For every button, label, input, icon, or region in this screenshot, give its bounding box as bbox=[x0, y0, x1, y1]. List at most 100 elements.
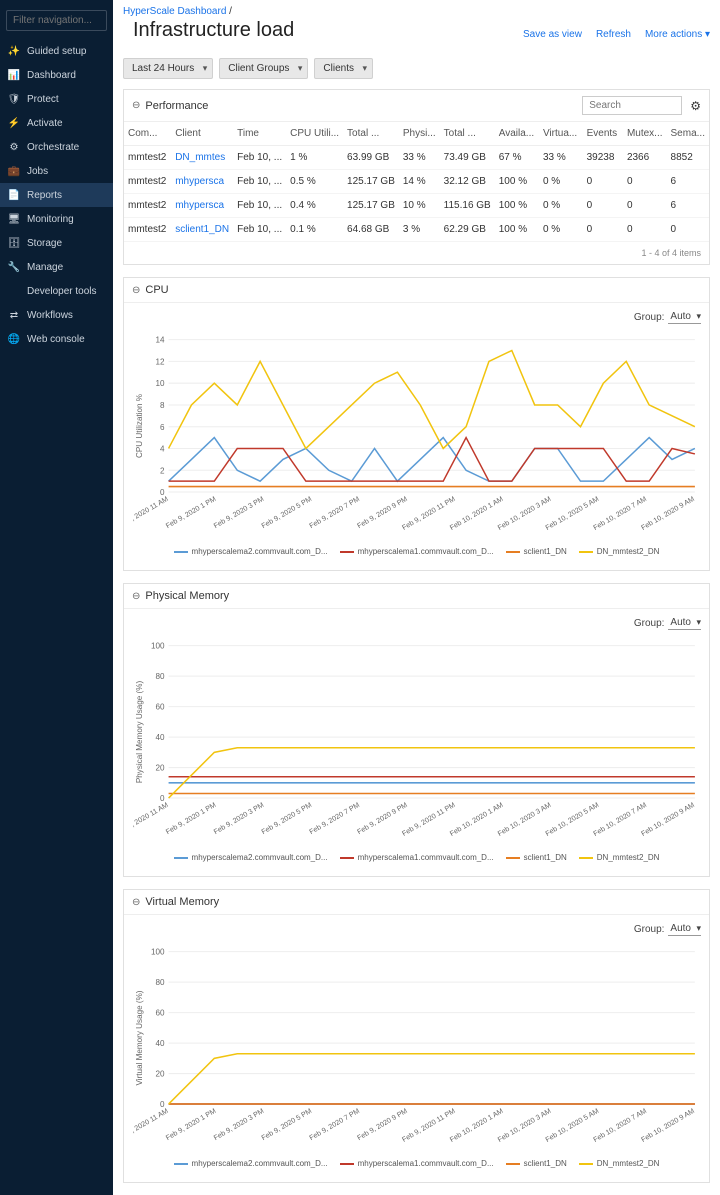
performance-search-input[interactable] bbox=[582, 96, 682, 115]
sidebar-item-label: Storage bbox=[27, 238, 62, 249]
collapse-icon[interactable]: ⊖ bbox=[132, 100, 140, 111]
breadcrumb-root[interactable]: HyperScale Dashboard bbox=[123, 6, 226, 17]
col-header[interactable]: Virtua... bbox=[539, 122, 583, 146]
sidebar-item-workflows[interactable]: ⇄Workflows bbox=[0, 303, 113, 327]
legend-item[interactable]: sclient1_DN bbox=[506, 547, 567, 556]
vmem-panel: ⊖Virtual MemoryGroup:Auto020406080100Vir… bbox=[123, 889, 710, 1183]
col-header[interactable]: CPU Utili... bbox=[286, 122, 343, 146]
series-mhyperscalema2 bbox=[169, 438, 695, 482]
sidebar-item-jobs[interactable]: 💼Jobs bbox=[0, 159, 113, 183]
sidebar-item-protect[interactable]: 🛡Protect bbox=[0, 87, 113, 111]
client-link[interactable]: mhypersca bbox=[175, 176, 224, 187]
svg-text:14: 14 bbox=[155, 336, 165, 345]
sidebar: ✨Guided setup📊Dashboard🛡Protect⚡Activate… bbox=[0, 0, 113, 1195]
svg-text:8: 8 bbox=[160, 401, 165, 410]
collapse-icon[interactable]: ⊖ bbox=[132, 285, 140, 296]
svg-text:Feb 9, 2020 11 AM: Feb 9, 2020 11 AM bbox=[132, 801, 170, 838]
gear-icon[interactable]: ⚙ bbox=[690, 99, 701, 113]
legend-item[interactable]: mhyperscalema1.commvault.com_D... bbox=[340, 547, 494, 556]
legend-item[interactable]: mhyperscalema1.commvault.com_D... bbox=[340, 853, 494, 862]
col-header[interactable]: Sema... bbox=[667, 122, 709, 146]
code-icon bbox=[8, 285, 20, 297]
clients-dropdown[interactable]: Clients bbox=[314, 58, 373, 79]
cpu-chart-svg: 02468101214CPU Utilization %Feb 9, 2020 … bbox=[132, 311, 701, 541]
cell-sema: 6 bbox=[667, 194, 709, 218]
pmem-chart-svg: 020406080100Physical Memory Usage (%)Feb… bbox=[132, 617, 701, 847]
svg-text:Feb 9, 2020 7 PM: Feb 9, 2020 7 PM bbox=[308, 495, 361, 530]
cell-cpu: 1 % bbox=[286, 146, 343, 170]
client-groups-dropdown[interactable]: Client Groups bbox=[219, 58, 308, 79]
svg-text:Physical Memory Usage (%): Physical Memory Usage (%) bbox=[135, 681, 144, 784]
svg-text:60: 60 bbox=[155, 703, 165, 712]
svg-text:Feb 9, 2020 3 PM: Feb 9, 2020 3 PM bbox=[212, 801, 265, 836]
group-label: Group: bbox=[634, 924, 665, 935]
svg-text:20: 20 bbox=[155, 764, 165, 773]
nav-filter-input[interactable] bbox=[6, 10, 107, 31]
sidebar-item-reports[interactable]: 📄Reports bbox=[0, 183, 113, 207]
legend-item[interactable]: mhyperscalema2.commvault.com_D... bbox=[174, 547, 328, 556]
cell-avail: 67 % bbox=[495, 146, 539, 170]
col-header[interactable]: Com... bbox=[124, 122, 171, 146]
cell-events: 0 bbox=[583, 218, 623, 242]
col-header[interactable]: Total ... bbox=[440, 122, 495, 146]
group-dropdown[interactable]: Auto bbox=[668, 311, 701, 324]
cell-sema: 6 bbox=[667, 170, 709, 194]
col-header[interactable]: Mutex... bbox=[623, 122, 667, 146]
legend-item[interactable]: mhyperscalema1.commvault.com_D... bbox=[340, 1159, 494, 1168]
legend-item[interactable]: mhyperscalema2.commvault.com_D... bbox=[174, 853, 328, 862]
legend-item[interactable]: DN_mmtest2_DN bbox=[579, 1159, 660, 1168]
cell-mutex: 0 bbox=[623, 218, 667, 242]
svg-text:Feb 10, 2020 9 AM: Feb 10, 2020 9 AM bbox=[640, 801, 696, 838]
col-header[interactable]: Events bbox=[583, 122, 623, 146]
legend-item[interactable]: mhyperscalema2.commvault.com_D... bbox=[174, 1159, 328, 1168]
save-view-link[interactable]: Save as view bbox=[523, 29, 582, 40]
sidebar-item-manage[interactable]: 🔧Manage bbox=[0, 255, 113, 279]
client-link[interactable]: DN_mmtes bbox=[175, 152, 225, 163]
svg-text:Feb 9, 2020 3 PM: Feb 9, 2020 3 PM bbox=[212, 495, 265, 530]
panel-title-text: CPU bbox=[145, 284, 168, 296]
client-link[interactable]: mhypersca bbox=[175, 200, 224, 211]
svg-text:40: 40 bbox=[155, 733, 165, 742]
globe-icon: 🌐 bbox=[8, 333, 20, 345]
more-actions-link[interactable]: More actions ▾ bbox=[645, 29, 710, 40]
legend-item[interactable]: sclient1_DN bbox=[506, 853, 567, 862]
cell-phys: 10 % bbox=[399, 194, 440, 218]
legend-item[interactable]: DN_mmtest2_DN bbox=[579, 853, 660, 862]
sidebar-item-monitoring[interactable]: 🖥Monitoring bbox=[0, 207, 113, 231]
sidebar-item-dashboard[interactable]: 📊Dashboard bbox=[0, 63, 113, 87]
group-dropdown[interactable]: Auto bbox=[668, 617, 701, 630]
sidebar-item-activate[interactable]: ⚡Activate bbox=[0, 111, 113, 135]
col-header[interactable]: Client bbox=[171, 122, 233, 146]
group-dropdown[interactable]: Auto bbox=[668, 923, 701, 936]
col-header[interactable]: Availa... bbox=[495, 122, 539, 146]
legend-item[interactable]: DN_mmtest2_DN bbox=[579, 547, 660, 556]
refresh-link[interactable]: Refresh bbox=[596, 29, 631, 40]
client-link[interactable]: sclient1_DN bbox=[175, 224, 229, 235]
svg-text:Feb 9, 2020 5 PM: Feb 9, 2020 5 PM bbox=[260, 495, 313, 530]
cell-time: Feb 10, ... bbox=[233, 194, 286, 218]
svg-text:Feb 9, 2020 5 PM: Feb 9, 2020 5 PM bbox=[260, 801, 313, 836]
cell-avail: 100 % bbox=[495, 170, 539, 194]
collapse-icon[interactable]: ⊖ bbox=[132, 591, 140, 602]
sidebar-item-developer-tools[interactable]: Developer tools bbox=[0, 279, 113, 303]
sidebar-item-web-console[interactable]: 🌐Web console bbox=[0, 327, 113, 351]
legend-item[interactable]: sclient1_DN bbox=[506, 1159, 567, 1168]
cell-tot1: 63.99 GB bbox=[343, 146, 399, 170]
cell-virt: 33 % bbox=[539, 146, 583, 170]
sidebar-item-guided-setup[interactable]: ✨Guided setup bbox=[0, 39, 113, 63]
svg-text:Feb 9, 2020 1 PM: Feb 9, 2020 1 PM bbox=[164, 495, 217, 530]
main-content: HyperScale Dashboard / Infrastructure lo… bbox=[113, 0, 720, 1195]
svg-text:100: 100 bbox=[151, 642, 165, 651]
cell-com: mmtest2 bbox=[124, 218, 171, 242]
col-header[interactable]: Total ... bbox=[343, 122, 399, 146]
collapse-icon[interactable]: ⊖ bbox=[132, 897, 140, 908]
time-range-dropdown[interactable]: Last 24 Hours bbox=[123, 58, 213, 79]
svg-text:Feb 9, 2020 11 AM: Feb 9, 2020 11 AM bbox=[132, 495, 170, 532]
sidebar-item-orchestrate[interactable]: ⚙Orchestrate bbox=[0, 135, 113, 159]
cell-mutex: 0 bbox=[623, 170, 667, 194]
col-header[interactable]: Time bbox=[233, 122, 286, 146]
col-header[interactable]: Physi... bbox=[399, 122, 440, 146]
sidebar-item-storage[interactable]: 🗄Storage bbox=[0, 231, 113, 255]
svg-text:80: 80 bbox=[155, 672, 165, 681]
svg-text:6: 6 bbox=[160, 423, 165, 432]
